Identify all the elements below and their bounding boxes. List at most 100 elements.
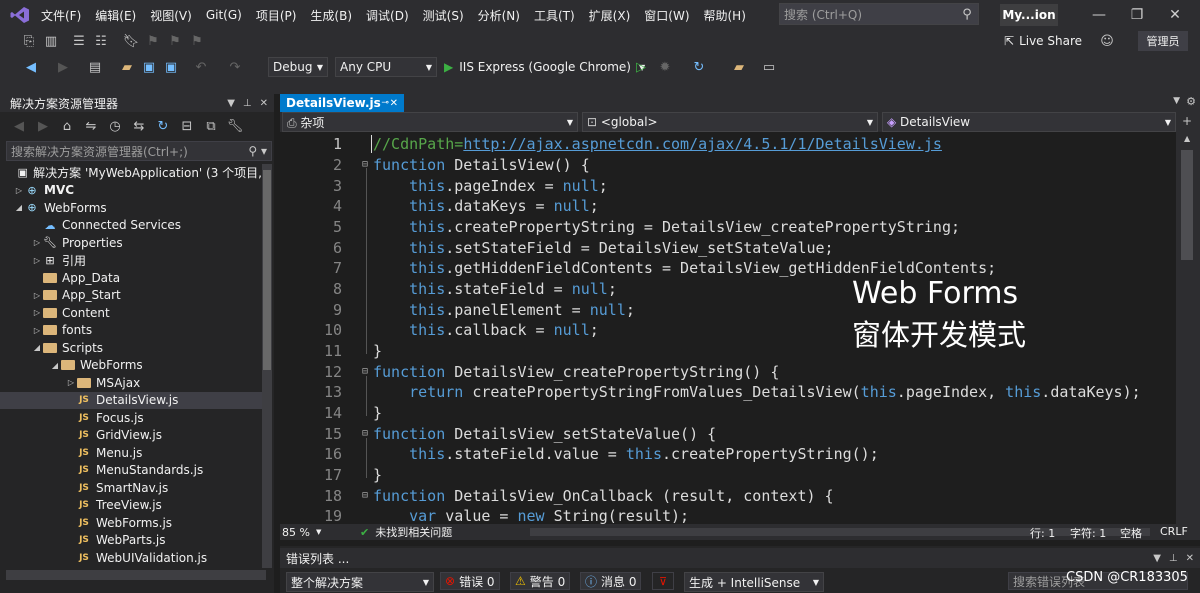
expand-icon[interactable]: ▷ — [32, 291, 42, 300]
filter-icon[interactable]: ⊽ — [652, 572, 674, 590]
menu-debug[interactable]: 调试(D) — [359, 0, 416, 30]
tree-item-properties[interactable]: ▷ 🔧︎ Properties — [0, 234, 262, 252]
undo-icon[interactable]: ↶ — [192, 58, 210, 76]
solution-explorer-search-input[interactable]: 搜索解决方案资源管理器(Ctrl+;) ⚲ ▾ — [6, 141, 272, 161]
redo-icon[interactable]: ↷ — [226, 58, 244, 76]
expand-icon[interactable]: ▷ — [32, 256, 42, 265]
tree-item-webuivalidation-js[interactable]: JS WebUIValidation.js — [0, 549, 262, 567]
menu-analyze[interactable]: 分析(N) — [471, 0, 527, 30]
menu-test[interactable]: 测试(S) — [416, 0, 471, 30]
solution-name-badge[interactable]: My...ion — [1000, 4, 1058, 26]
cdn-link[interactable]: http://ajax.aspnetcdn.com/ajax/4.5.1/1/D… — [463, 135, 942, 153]
dropdown-icon[interactable]: ▼ — [227, 98, 235, 109]
menu-extensions[interactable]: 扩展(X) — [582, 0, 638, 30]
tree-horizontal-scrollbar[interactable] — [6, 570, 266, 580]
editor-scroll-thumb[interactable] — [1181, 150, 1193, 260]
tree-item-webforms-project[interactable]: ◢ ⊕ WebForms — [0, 199, 262, 217]
forward-icon[interactable]: ▶ — [54, 58, 72, 76]
dropdown-icon[interactable]: ▼ — [1153, 553, 1161, 564]
issues-indicator[interactable]: ✔ 未找到相关问题 — [360, 524, 452, 540]
member-dropdown[interactable]: ◈ DetailsView ▼ — [882, 112, 1176, 132]
show-all-files-icon[interactable]: ⧉ — [202, 117, 220, 135]
close-panel-icon[interactable]: ✕ — [260, 98, 268, 109]
tab-list-icon[interactable]: ▼ — [1173, 96, 1180, 106]
expand-icon[interactable]: ▷ — [32, 238, 42, 247]
tree-item-scripts[interactable]: ◢ Scripts — [0, 339, 262, 357]
tree-item-webforms-folder[interactable]: ◢ WebForms — [0, 357, 262, 375]
tree-item-solution[interactable]: ▣ 解决方案 'MyWebApplication' (3 个项目, — [0, 164, 262, 182]
pin-icon[interactable]: ⊥ — [243, 98, 252, 109]
menu-edit[interactable]: 编辑(E) — [88, 0, 143, 30]
minimize-icon[interactable]: — — [1082, 0, 1116, 30]
save-all-icon[interactable]: ▣ — [162, 58, 180, 76]
tree-item-focus-js[interactable]: JS Focus.js — [0, 409, 262, 427]
menu-view[interactable]: 视图(V) — [143, 0, 199, 30]
tree-item-msajax[interactable]: ▷ MSAjax — [0, 374, 262, 392]
pending-changes-icon[interactable]: ◷ — [106, 117, 124, 135]
tree-item-treeview-js[interactable]: JS TreeView.js — [0, 497, 262, 515]
tree-item-mvc[interactable]: ▷ ⊕ MVC — [0, 182, 262, 200]
home-icon[interactable]: ⌂ — [58, 117, 76, 135]
expand-icon[interactable]: ▷ — [66, 378, 76, 387]
bookmark-icon[interactable]: ⚑ — [144, 32, 162, 50]
collapse-all-icon[interactable]: ⊟ — [178, 117, 196, 135]
errors-filter-button[interactable]: ⊗ 错误 0 — [440, 572, 500, 590]
forward-icon[interactable]: ▶ — [34, 117, 52, 135]
tree-item-references[interactable]: ▷ ⊞ 引用 — [0, 252, 262, 270]
platform-dropdown[interactable]: Any CPU ▼ — [335, 57, 437, 77]
sync-icon[interactable]: ⇆ — [130, 117, 148, 135]
switch-views-icon[interactable]: ⇋ — [82, 117, 100, 135]
close-tab-icon[interactable]: ✕ — [390, 98, 398, 109]
tree-item-menu-js[interactable]: JS Menu.js — [0, 444, 262, 462]
collapse-icon[interactable]: ⊟ — [362, 490, 368, 501]
warnings-filter-button[interactable]: ⚠ 警告 0 — [510, 572, 571, 590]
bookmark-icon[interactable]: 🔖︎ — [122, 32, 140, 50]
window-icon[interactable]: ▭ — [760, 58, 778, 76]
open-folder-icon[interactable]: ▰ — [118, 58, 136, 76]
menu-file[interactable]: 文件(F) — [34, 0, 88, 30]
tree-item-connected-services[interactable]: ☁ Connected Services — [0, 217, 262, 235]
scroll-up-icon[interactable]: ▲ — [1184, 134, 1190, 143]
messages-filter-button[interactable]: ⓘ 消息 0 — [580, 572, 642, 590]
tree-item-webparts-js[interactable]: JS WebParts.js — [0, 532, 262, 550]
properties-icon[interactable]: 🔧︎ — [226, 117, 244, 135]
folder-icon[interactable]: ▰ — [730, 58, 748, 76]
tool-icon[interactable]: ☰ — [70, 32, 88, 50]
zoom-dropdown[interactable]: 85 % ▼ — [282, 524, 321, 540]
tree-item-app-start[interactable]: ▷ App_Start — [0, 287, 262, 305]
close-panel-icon[interactable]: ✕ — [1186, 553, 1194, 564]
hot-reload-icon[interactable]: ✹ — [656, 58, 674, 76]
build-filter-dropdown[interactable]: 生成 + IntelliSense ▼ — [684, 572, 824, 592]
scope-filter-dropdown[interactable]: 整个解决方案 ▼ — [286, 572, 434, 592]
collapse-icon[interactable]: ◢ — [50, 361, 60, 370]
tool-icon[interactable]: ▥ — [42, 32, 60, 50]
search-input[interactable]: 搜索 (Ctrl+Q) ⚲ — [779, 3, 979, 25]
save-icon[interactable]: ▣ — [140, 58, 158, 76]
tree-item-gridview-js[interactable]: JS GridView.js — [0, 427, 262, 445]
menu-build[interactable]: 生成(B) — [303, 0, 359, 30]
project-dropdown[interactable]: ⎙ 杂项 ▼ — [282, 112, 578, 132]
collapse-icon[interactable]: ◢ — [14, 203, 24, 212]
menu-project[interactable]: 项目(P) — [249, 0, 304, 30]
tree-scroll-thumb[interactable] — [263, 170, 271, 370]
expand-icon[interactable]: ▷ — [32, 308, 42, 317]
close-icon[interactable]: ✕ — [1158, 0, 1192, 30]
menu-tools[interactable]: 工具(T) — [527, 0, 582, 30]
menu-help[interactable]: 帮助(H) — [697, 0, 753, 30]
menu-window[interactable]: 窗口(W) — [637, 0, 696, 30]
tool-icon[interactable]: ☷ — [92, 32, 110, 50]
tree-item-app-data[interactable]: App_Data — [0, 269, 262, 287]
back-icon[interactable]: ◀ — [10, 117, 28, 135]
refresh-icon[interactable]: ↻ — [690, 58, 708, 76]
menu-git[interactable]: Git(G) — [199, 0, 249, 30]
tab-detailsview-js[interactable]: DetailsView.js ⊸ ✕ — [280, 94, 404, 112]
bookmark-icon[interactable]: ⚑ — [166, 32, 184, 50]
tree-item-smartnav-js[interactable]: JS SmartNav.js — [0, 479, 262, 497]
split-icon[interactable]: + — [1182, 114, 1192, 128]
tree-item-detailsview-js[interactable]: JS DetailsView.js — [0, 391, 262, 409]
config-dropdown[interactable]: Debug ▼ — [268, 57, 328, 77]
tree-item-menustandards-js[interactable]: JS MenuStandards.js — [0, 462, 262, 480]
expand-icon[interactable]: ▷ — [14, 186, 24, 195]
horizontal-scrollbar[interactable] — [530, 528, 1150, 536]
run-button[interactable]: ▶ IIS Express (Google Chrome) ▼ — [444, 58, 645, 76]
